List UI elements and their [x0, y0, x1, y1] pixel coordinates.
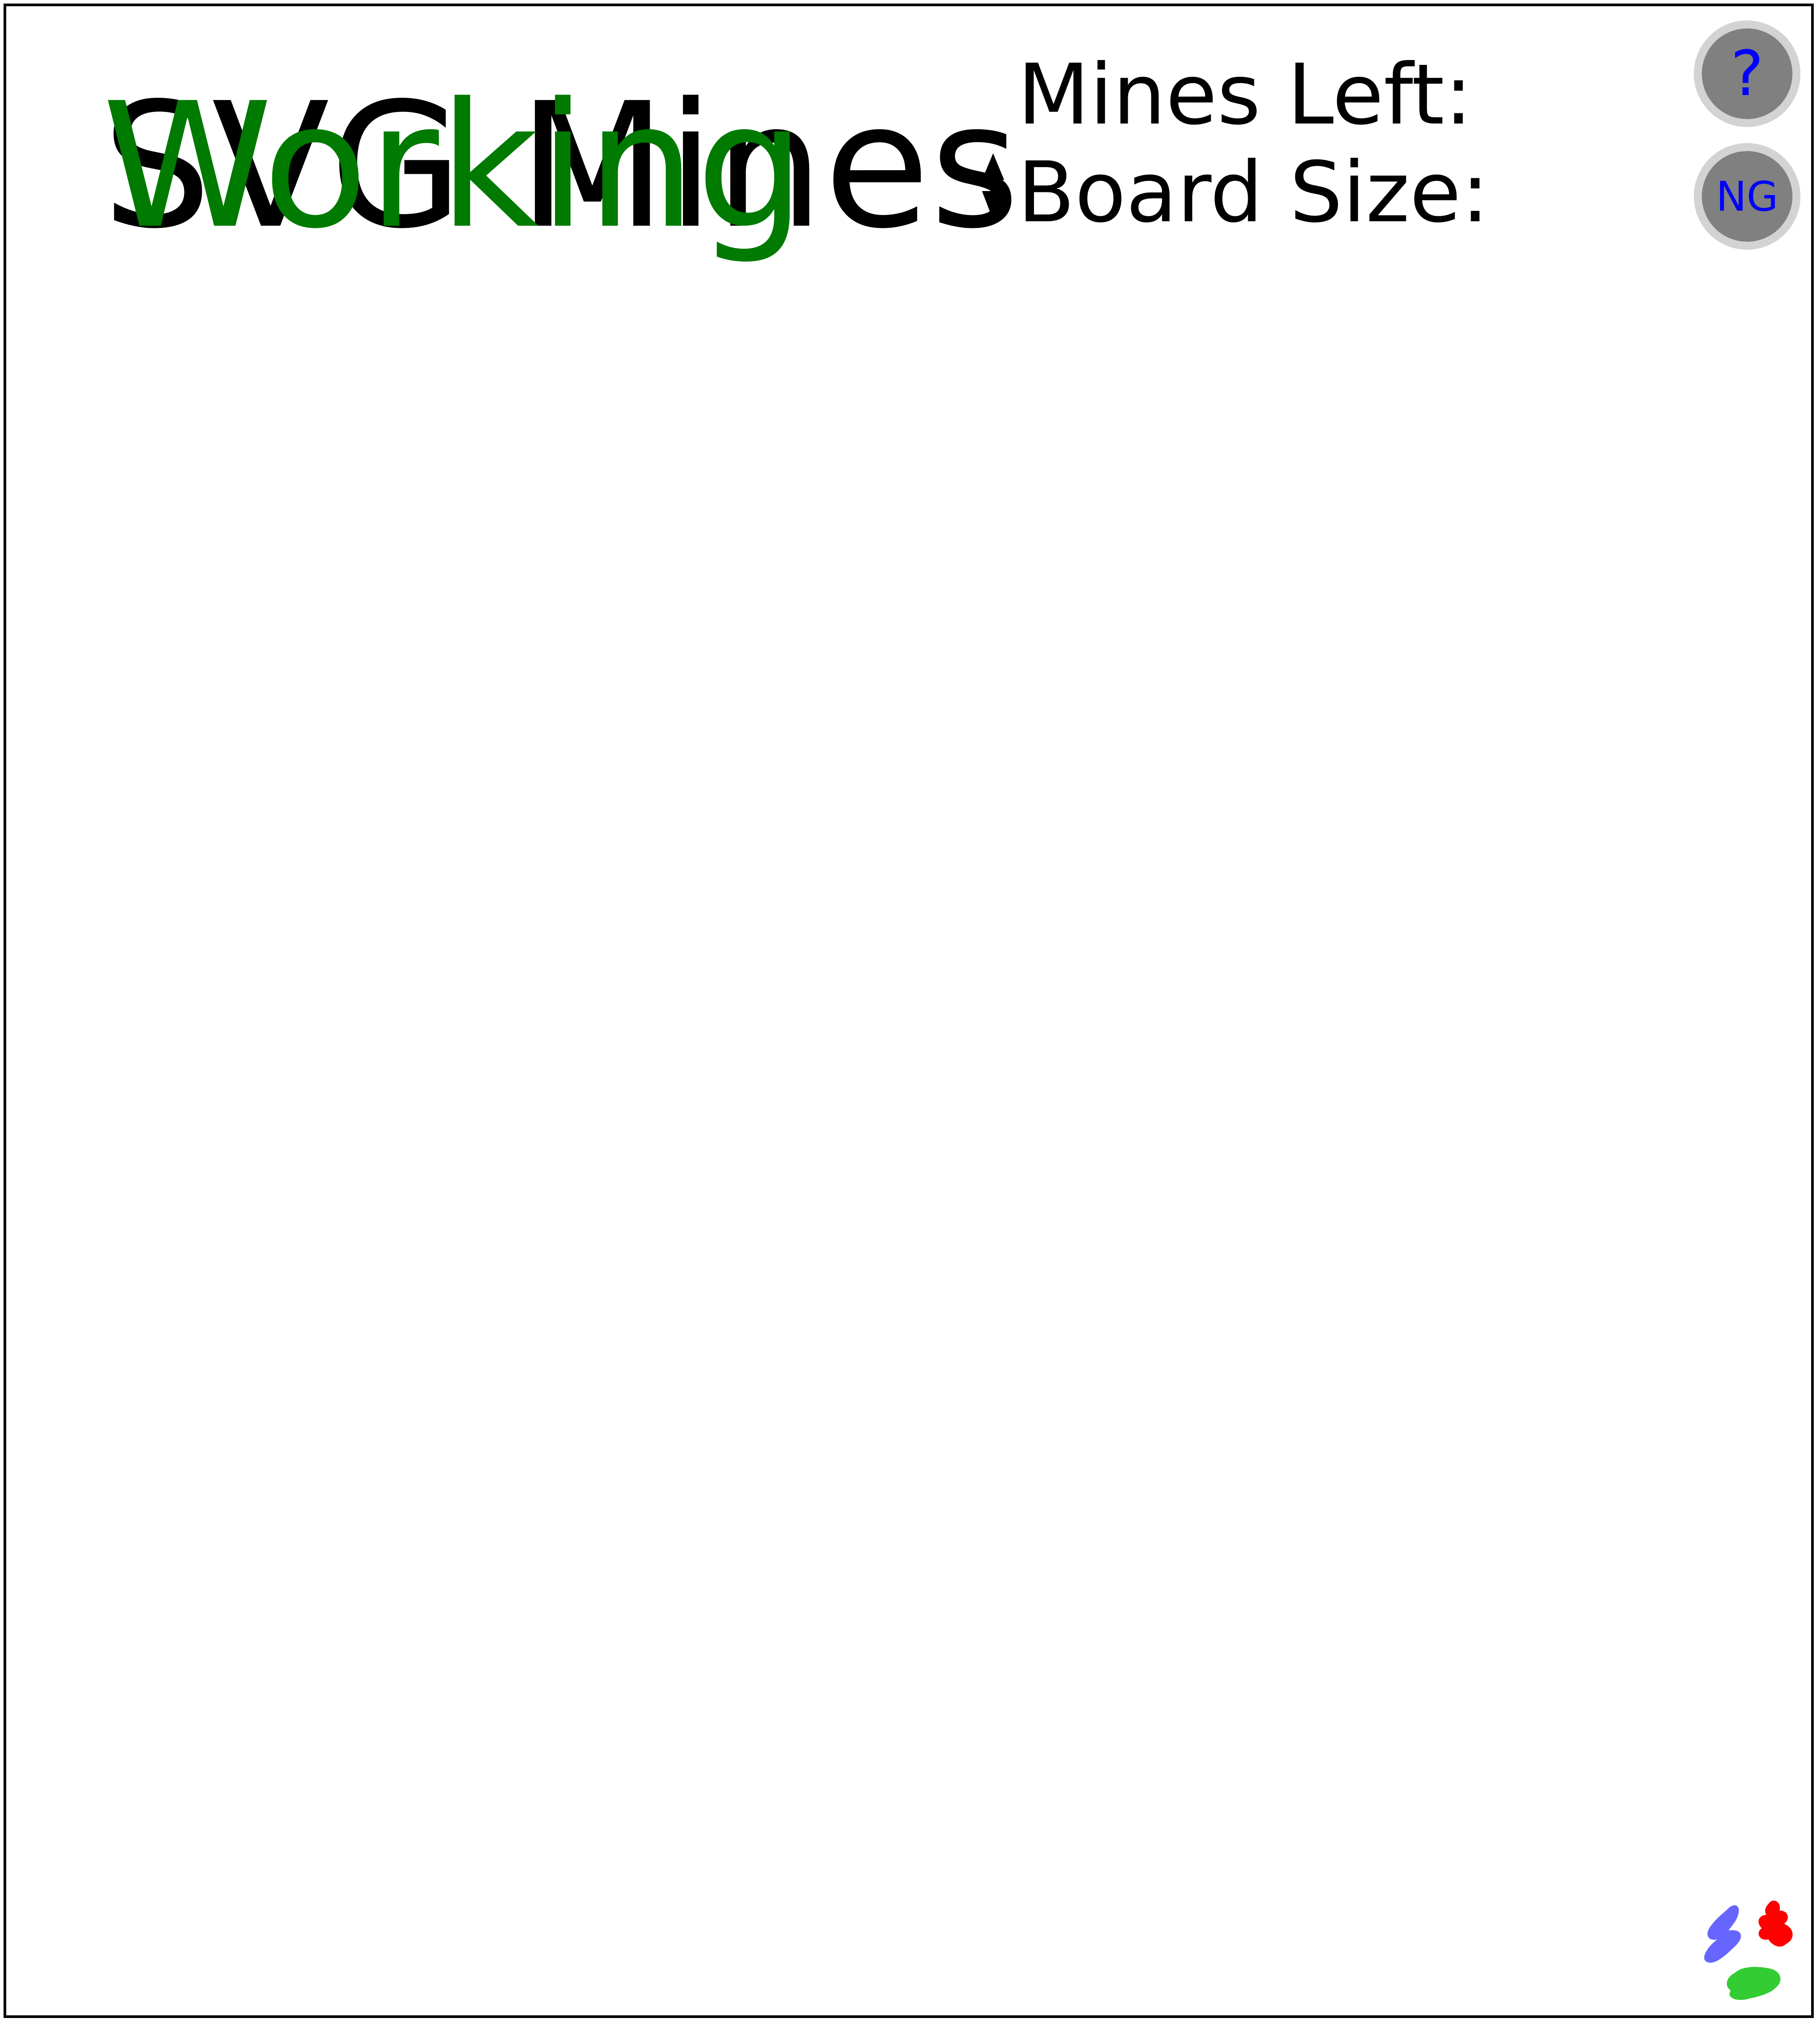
help-button-label: ? — [1730, 37, 1764, 110]
spinner-down-arrow[interactable] — [982, 191, 1004, 220]
board-size-label: Board Size: — [1018, 144, 1489, 241]
spinner-up-arrow[interactable] — [982, 153, 1004, 180]
game-board-frame — [4, 4, 1814, 2018]
logo-green-blob — [1727, 1967, 1780, 2000]
new-game-button[interactable]: NG — [1694, 143, 1800, 250]
board-size-spinner[interactable] — [982, 153, 1004, 220]
logo-icon — [1704, 1900, 1793, 2000]
help-button[interactable]: ? — [1694, 20, 1800, 127]
new-game-button-label: NG — [1716, 172, 1779, 220]
logo-blue-blob — [1704, 1905, 1741, 1963]
game-status: Working — [102, 66, 806, 267]
mines-left-label: Mines Left: — [1018, 46, 1473, 144]
logo-red-blob — [1758, 1900, 1793, 1947]
